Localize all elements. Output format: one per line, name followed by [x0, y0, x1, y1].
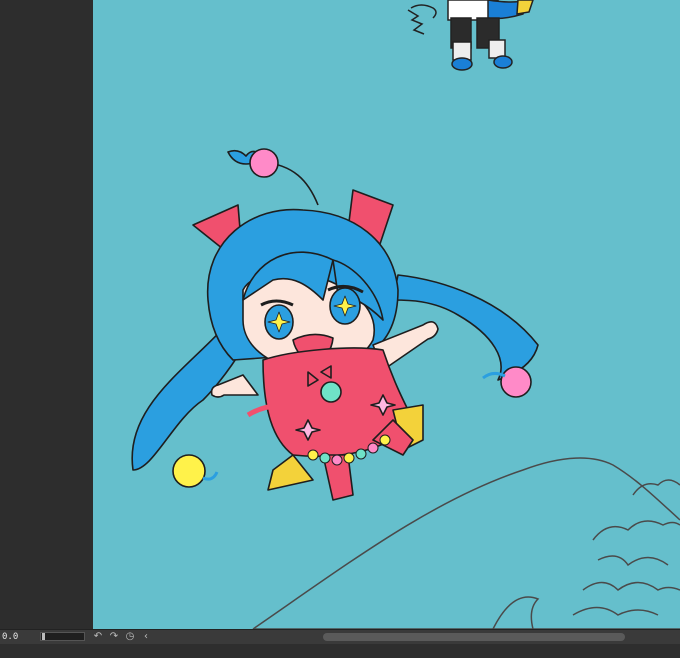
artwork — [93, 0, 680, 629]
status-bar: 0.0 ↶ ↷ ◷ ‹ — [0, 629, 680, 644]
undo-icon[interactable]: ↶ — [92, 631, 104, 643]
left-tool-panel — [0, 0, 93, 629]
horizontal-scrollbar[interactable] — [323, 633, 625, 641]
zoom-slider[interactable] — [40, 632, 85, 641]
collapse-icon[interactable]: ‹ — [140, 631, 152, 643]
redo-icon[interactable]: ↷ — [108, 631, 120, 643]
zoom-slider-knob[interactable] — [42, 633, 45, 640]
bottom-strip — [0, 644, 680, 658]
drawing-canvas[interactable] — [93, 0, 680, 629]
zoom-value[interactable]: 0.0 — [2, 630, 18, 644]
reset-rotation-icon[interactable]: ◷ — [124, 631, 136, 643]
